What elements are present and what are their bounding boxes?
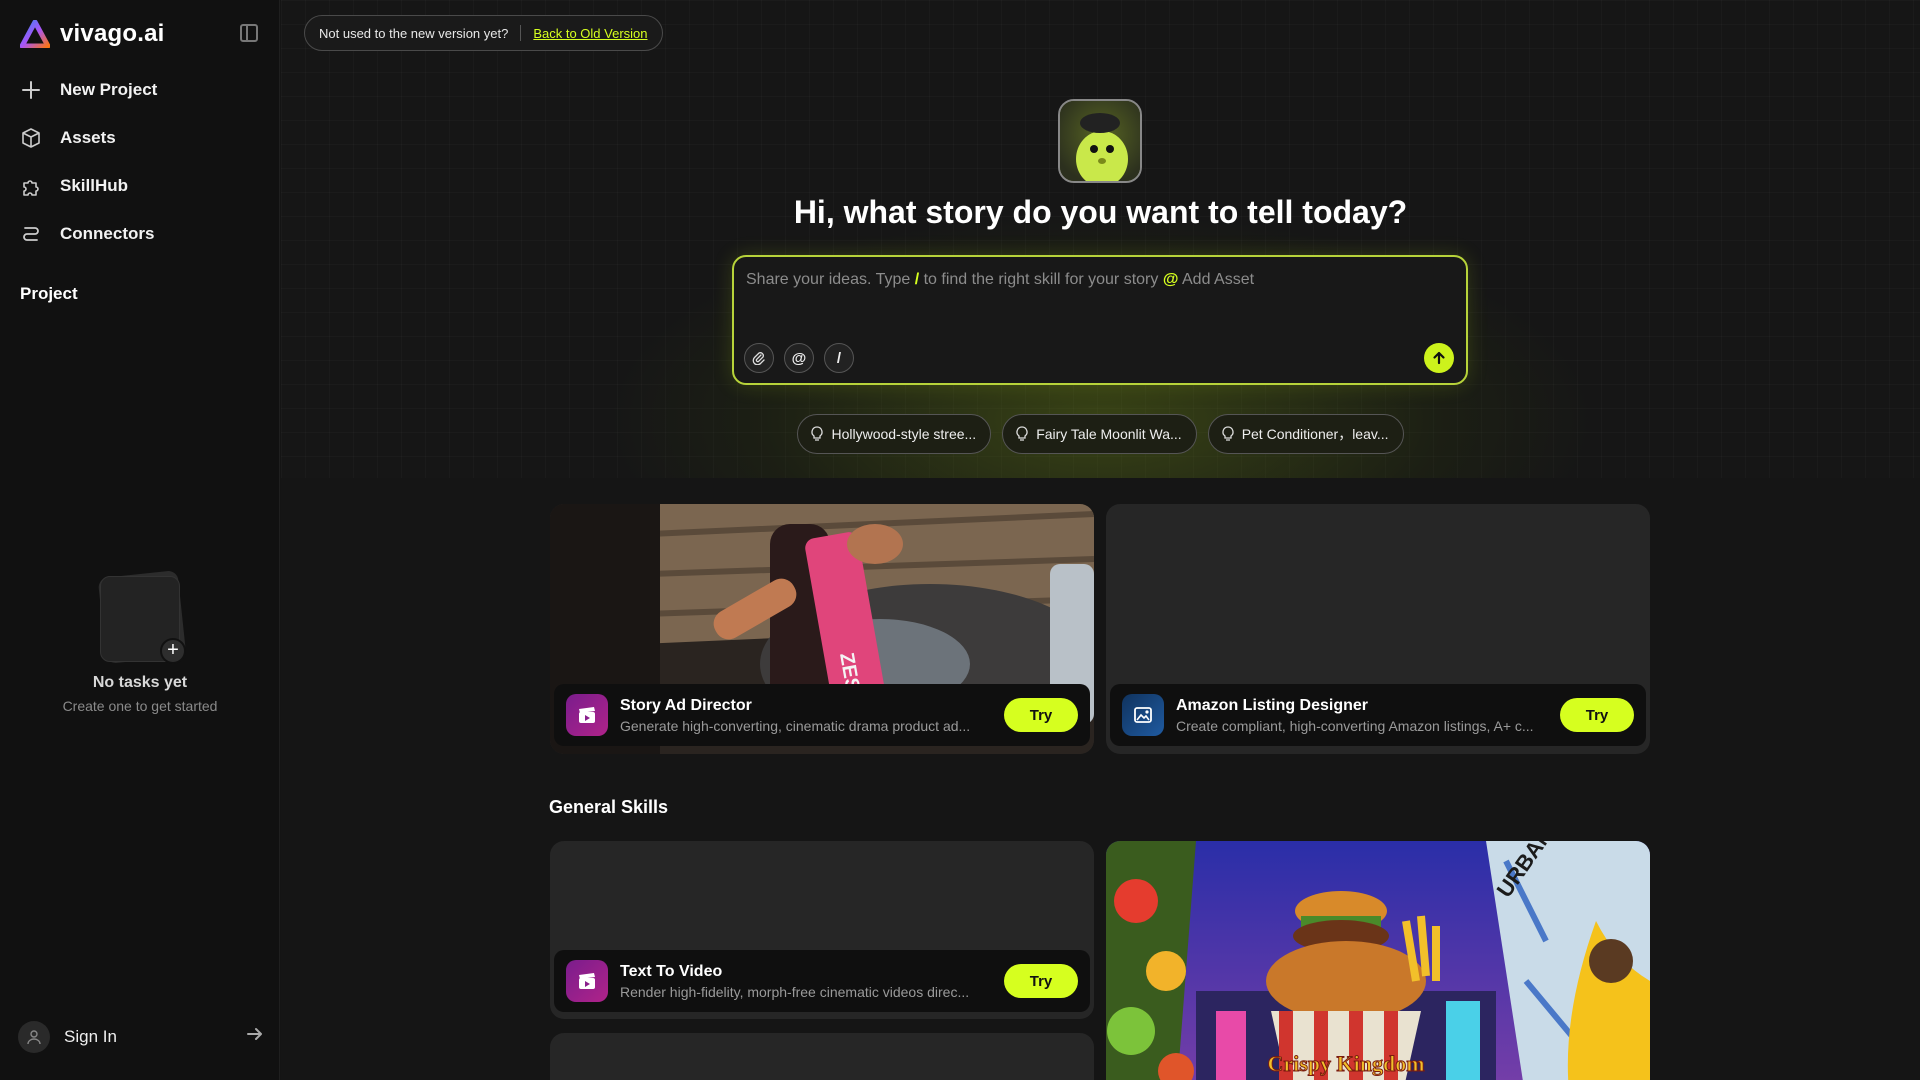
arrow-right-icon[interactable] xyxy=(246,1025,264,1049)
skill-card-placeholder[interactable] xyxy=(550,1033,1094,1080)
suggestion-chip[interactable]: Fairy Tale Moonlit Wa... xyxy=(1002,414,1197,454)
send-button[interactable] xyxy=(1424,343,1454,373)
add-task-icon[interactable]: + xyxy=(160,638,186,664)
app-name: vivago.ai xyxy=(60,20,165,47)
card-info-bar: Story Ad Director Generate high-converti… xyxy=(554,684,1090,746)
skill-card-story-ad-director[interactable]: ZESTRA Story Ad Director Generate high-c… xyxy=(550,504,1094,754)
hero-title: Hi, what story do you want to tell today… xyxy=(793,194,1408,230)
arrow-up-icon xyxy=(1433,351,1445,365)
sidebar-collapse-icon[interactable] xyxy=(240,24,258,42)
nav-new-project-label: New Project xyxy=(60,80,158,99)
suggestion-chip[interactable]: Hollywood-style stree... xyxy=(797,414,992,454)
empty-tasks-subtitle: Create one to get started xyxy=(62,698,218,714)
nav-new-project[interactable]: New Project xyxy=(20,74,157,106)
box-icon xyxy=(20,127,42,149)
skill-card-artwork[interactable]: URBAN Crispy Kingdom xyxy=(1106,841,1650,1080)
lightbulb-icon xyxy=(811,426,824,441)
suggestion-chip[interactable]: Pet Conditioner，leav... xyxy=(1207,414,1404,454)
nav-skillhub[interactable]: SkillHub xyxy=(20,170,128,202)
main-area: Not used to the new version yet? Back to… xyxy=(281,0,1920,1080)
version-banner-text: Not used to the new version yet? xyxy=(319,25,509,41)
sign-in-label: Sign In xyxy=(64,1027,117,1046)
try-button[interactable]: Try xyxy=(1004,698,1078,732)
nav-assets-label: Assets xyxy=(60,128,116,147)
attach-button[interactable] xyxy=(744,343,774,373)
clapperboard-icon xyxy=(566,960,608,1002)
nav-connectors[interactable]: Connectors xyxy=(20,218,154,250)
sidebar: vivago.ai New Project Assets SkillHub Co… xyxy=(0,0,280,1080)
empty-tasks-title: No tasks yet xyxy=(92,674,188,691)
card-description: Render high-fidelity, morph-free cinemat… xyxy=(620,983,970,1000)
card-description: Create compliant, high-converting Amazon… xyxy=(1176,717,1534,734)
empty-tasks: + No tasks yet Create one to get started xyxy=(0,570,280,714)
mascot-avatar xyxy=(1058,99,1142,183)
skill-card-text-to-video[interactable]: Text To Video Render high-fidelity, morp… xyxy=(550,841,1094,1019)
card-title: Amazon Listing Designer xyxy=(1176,696,1369,714)
content-area xyxy=(281,478,1920,1080)
nav-connectors-label: Connectors xyxy=(60,224,155,243)
card-title: Text To Video xyxy=(620,962,723,980)
version-banner: Not used to the new version yet? Back to… xyxy=(304,15,663,51)
try-button[interactable]: Try xyxy=(1560,698,1634,732)
food-artwork-thumbnail: URBAN Crispy Kingdom xyxy=(1106,841,1650,1080)
vivago-logo-icon xyxy=(20,20,50,48)
mention-asset-button[interactable]: @ xyxy=(784,343,814,373)
card-title: Story Ad Director xyxy=(620,696,752,714)
try-button[interactable]: Try xyxy=(1004,964,1078,998)
lightbulb-icon xyxy=(1016,426,1028,441)
link-icon xyxy=(20,223,42,245)
card-info-bar: Amazon Listing Designer Create compliant… xyxy=(1110,684,1646,746)
prompt-input[interactable]: Share your ideas. Type / to find the rig… xyxy=(732,255,1468,385)
lightbulb-icon xyxy=(1222,426,1234,441)
svg-text:Crispy Kingdom: Crispy Kingdom xyxy=(1267,1051,1424,1076)
general-skills-title: General Skills xyxy=(549,797,669,817)
card-info-bar: Text To Video Render high-fidelity, morp… xyxy=(554,950,1090,1012)
hero-glow xyxy=(281,0,1920,478)
project-section-title: Project xyxy=(20,284,78,303)
suggestion-chips: Hollywood-style stree... Fairy Tale Moon… xyxy=(281,414,1920,454)
puzzle-icon xyxy=(20,175,42,197)
empty-tasks-illustration: + xyxy=(96,570,187,664)
skill-command-button[interactable]: / xyxy=(824,343,854,373)
paperclip-icon xyxy=(752,352,765,365)
prompt-placeholder: Share your ideas. Type / to find the rig… xyxy=(746,271,1255,288)
clapperboard-icon xyxy=(566,694,608,736)
user-icon xyxy=(27,1030,41,1045)
card-description: Generate high-converting, cinematic dram… xyxy=(620,717,971,734)
sign-in-button[interactable]: Sign In xyxy=(18,1020,264,1054)
skill-card-amazon-listing-designer[interactable]: Amazon Listing Designer Create compliant… xyxy=(1106,504,1650,754)
avatar xyxy=(18,1021,50,1053)
nav-skillhub-label: SkillHub xyxy=(60,176,129,195)
back-to-old-version-link[interactable]: Back to Old Version xyxy=(533,26,647,41)
nav-assets[interactable]: Assets xyxy=(20,122,116,154)
app-logo[interactable]: vivago.ai xyxy=(20,20,165,48)
plus-icon xyxy=(20,79,42,101)
image-edit-icon xyxy=(1122,694,1164,736)
